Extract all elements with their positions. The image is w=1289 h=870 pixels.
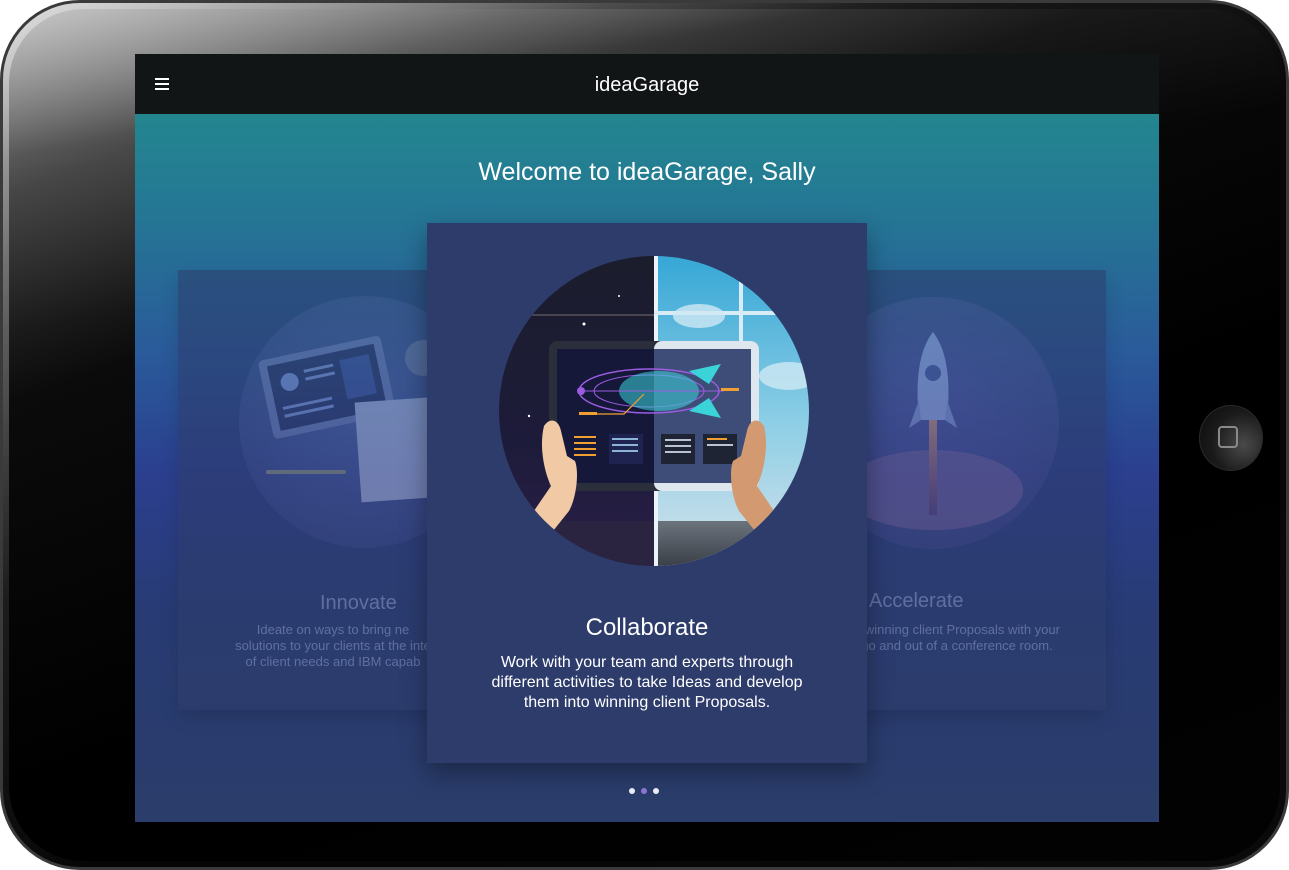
card-description-line: e winning client Proposals with your	[855, 622, 1060, 637]
card-title: Accelerate	[869, 590, 964, 612]
card-description-line: Ideate on ways to bring ne	[256, 622, 410, 637]
card-description: Work with your team and experts through …	[467, 653, 827, 713]
welcome-heading: Welcome to ideaGarage, Sally	[478, 158, 816, 186]
collaborate-illustration	[499, 256, 809, 566]
card-title: Collaborate	[585, 614, 709, 641]
app-screen: ideaGarage Welcome to ideaGarage, Sally	[135, 54, 1159, 822]
card-innovate[interactable]: Innovate Ideate on ways to bring ne solu…	[178, 270, 438, 710]
carousel-pagination	[629, 788, 665, 796]
card-description-line: go and out of a conference room.	[861, 638, 1053, 653]
pagination-dot[interactable]	[641, 788, 647, 794]
card-description-line: solutions to your clients at the inte	[235, 638, 431, 653]
tablet-frame: ideaGarage Welcome to ideaGarage, Sally	[0, 0, 1289, 870]
home-button-icon	[1218, 426, 1238, 448]
card-description-line: them into winning client Proposals.	[523, 694, 771, 711]
home-button[interactable]	[1199, 405, 1263, 471]
card-description-line: different activities to take Ideas and d…	[491, 674, 803, 691]
card-title: Innovate	[320, 592, 397, 614]
top-bar: ideaGarage	[135, 54, 1159, 114]
app-title: ideaGarage	[594, 74, 700, 96]
card-collaborate[interactable]: Collaborate Work with your team and expe…	[427, 223, 867, 763]
card-description-line: of client needs and IBM capab	[245, 654, 421, 669]
pagination-dot[interactable]	[653, 788, 659, 794]
card-description-line: Work with your team and experts through	[500, 654, 794, 671]
pagination-dot[interactable]	[629, 788, 635, 794]
card-accelerate[interactable]: Accelerate e winning client Proposals wi…	[855, 270, 1106, 710]
